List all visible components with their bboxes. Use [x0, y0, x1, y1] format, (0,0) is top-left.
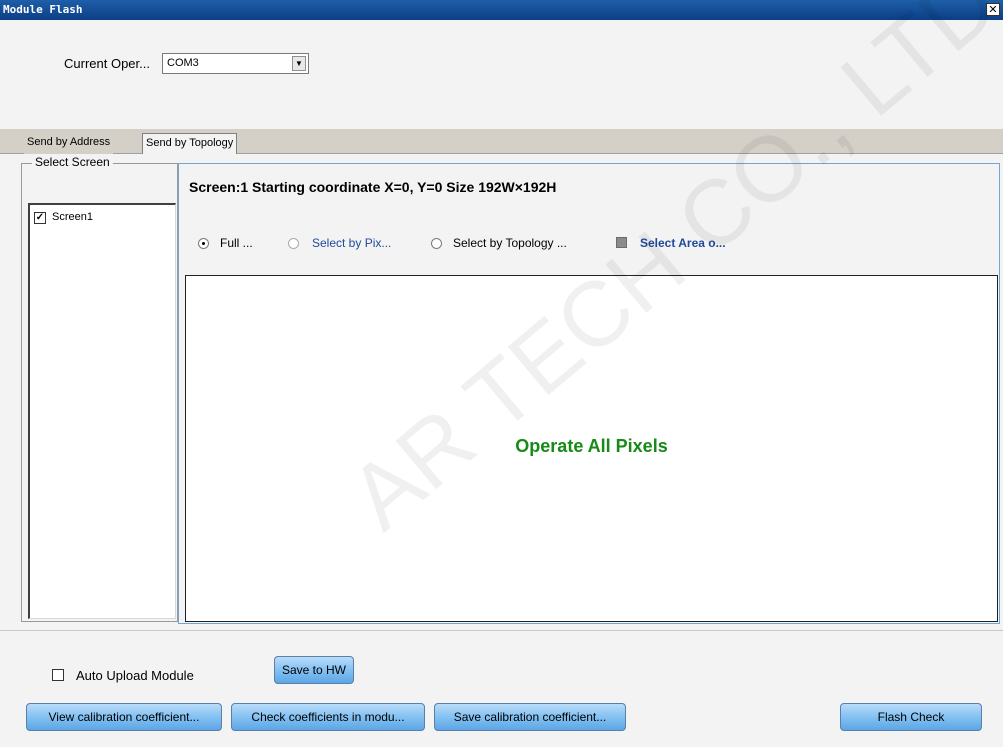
- select-area-checkbox[interactable]: [616, 237, 627, 248]
- screen-list[interactable]: ✓ Screen1: [28, 203, 176, 619]
- select-area-label[interactable]: Select Area o...: [640, 236, 726, 250]
- current-operation-label: Current Oper...: [64, 56, 150, 71]
- screen1-checkbox[interactable]: ✓: [34, 212, 46, 224]
- pixel-canvas[interactable]: Operate All Pixels: [185, 275, 998, 622]
- flash-check-button[interactable]: Flash Check: [840, 703, 982, 731]
- full-radio[interactable]: [198, 238, 209, 249]
- full-radio-label[interactable]: Full ...: [220, 236, 253, 250]
- canvas-message: Operate All Pixels: [515, 436, 668, 456]
- save-calibration-button[interactable]: Save calibration coefficient...: [434, 703, 626, 731]
- screen-info: Screen:1 Starting coordinate X=0, Y=0 Si…: [189, 179, 557, 195]
- close-icon[interactable]: ✕: [986, 3, 1000, 16]
- port-select[interactable]: COM3 ▼: [162, 53, 309, 74]
- save-to-hw-button[interactable]: Save to HW: [274, 656, 354, 684]
- select-by-topology-radio[interactable]: [431, 238, 442, 249]
- select-by-pixel-label[interactable]: Select by Pix...: [312, 236, 391, 250]
- window-titlebar: Module Flash ✕: [0, 0, 1003, 20]
- select-screen-legend: Select Screen: [32, 155, 113, 169]
- tab-send-by-address[interactable]: Send by Address: [24, 133, 114, 154]
- chevron-down-icon[interactable]: ▼: [292, 56, 306, 71]
- select-by-topology-label[interactable]: Select by Topology ...: [453, 236, 567, 250]
- check-coefficients-button[interactable]: Check coefficients in modu...: [231, 703, 425, 731]
- auto-upload-label[interactable]: Auto Upload Module: [76, 668, 194, 683]
- tab-send-by-topology[interactable]: Send by Topology: [142, 133, 238, 154]
- view-calibration-button[interactable]: View calibration coefficient...: [26, 703, 222, 731]
- auto-upload-checkbox[interactable]: [52, 669, 64, 681]
- window-title: Module Flash: [3, 3, 83, 16]
- tab-strip: Send by Address Send by Topology: [0, 129, 1003, 154]
- port-select-value: COM3: [167, 57, 199, 69]
- select-by-pixel-radio[interactable]: [288, 238, 299, 249]
- screen1-label[interactable]: Screen1: [52, 211, 93, 223]
- divider: [0, 630, 1003, 631]
